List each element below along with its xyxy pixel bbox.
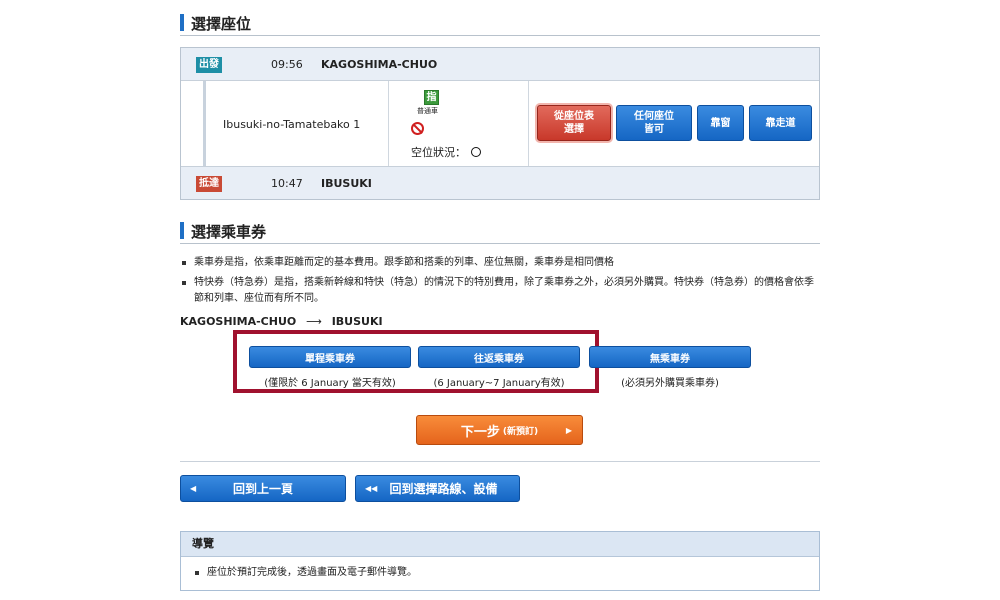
route-line (203, 81, 206, 166)
back-button[interactable]: ◀ 回到上一頁 (180, 475, 346, 502)
column-divider (388, 81, 389, 166)
caret-left-icon: ◀ (190, 484, 197, 493)
section-marker (180, 14, 184, 31)
next-button-label: 下一步 (460, 424, 500, 440)
one-way-note: (僅限於 6 January 當天有效) (264, 378, 396, 389)
window-seat-button[interactable]: 靠窗 (697, 105, 744, 141)
any-seat-button[interactable]: 任何座位皆可 (616, 105, 692, 141)
departure-time: 09:56 (271, 58, 303, 71)
train-panel: 出發 09:56 KAGOSHIMA-CHUO Ibusuki-no-Tamat… (180, 47, 820, 200)
train-name: Ibusuki-no-Tamatebako 1 (223, 118, 361, 131)
next-button-sub: (新預訂) (502, 426, 539, 437)
next-button[interactable]: 下一步 (新預訂) ▶ (416, 415, 583, 445)
back-to-route-label: 回到選擇路線、設備 (389, 482, 498, 496)
route-from: KAGOSHIMA-CHUO (180, 315, 297, 328)
seat-map-button[interactable]: 從座位表選擇 (537, 105, 611, 141)
reserved-seat-icon: 指 (424, 90, 439, 105)
round-trip-note: (6 January~7 January有效) (433, 378, 565, 389)
ticket-notes: 乘車券是指，依乘車距離而定的基本費用。跟季節和搭乘的列車、座位無關，乘車券是相同… (180, 255, 820, 307)
double-caret-left-icon: ◀◀ (365, 484, 378, 493)
no-smoking-icon (411, 122, 424, 135)
departure-badge: 出發 (196, 57, 222, 73)
aisle-seat-button[interactable]: 靠走道 (749, 105, 812, 141)
arrival-badge: 抵達 (196, 176, 222, 192)
guide-list: 座位於預訂完成後，透過畫面及電子郵件導覽。 (181, 557, 819, 581)
route-to: IBUSUKI (331, 315, 383, 328)
section-marker (180, 222, 184, 239)
arrival-row: 抵達 10:47 IBUSUKI (181, 166, 819, 199)
back-to-route-button[interactable]: ◀◀ 回到選擇路線、設備 (355, 475, 520, 502)
back-button-label: 回到上一頁 (232, 482, 293, 496)
departure-row: 出發 09:56 KAGOSHIMA-CHUO (181, 48, 819, 81)
guide-item: 座位於預訂完成後，透過畫面及電子郵件導覽。 (193, 565, 819, 581)
vacancy-label: 空位狀況： (411, 146, 466, 159)
guide-panel: 導覽 座位於預訂完成後，透過畫面及電子郵件導覽。 (180, 531, 820, 591)
no-ticket-note: (必須另外購買乘車券) (621, 378, 719, 389)
no-ticket-button[interactable]: 無乘車券 (589, 346, 751, 368)
arrival-time: 10:47 (271, 177, 303, 190)
vacancy-status: 空位狀況： (411, 144, 481, 160)
round-trip-ticket-button[interactable]: 往返乘車券 (418, 346, 580, 368)
note-item: 乘車券是指，依乘車距離而定的基本費用。跟季節和搭乘的列車、座位無關，乘車券是相同… (180, 255, 820, 271)
seat-section-header: 選擇座位 (180, 10, 820, 36)
ticket-section-title: 選擇乘車券 (191, 223, 267, 241)
seat-section-title: 選擇座位 (191, 15, 252, 33)
note-item: 特快券（特急券）是指，搭乘新幹線和特快（特急）的情況下的特別費用，除了乘車券之外… (180, 275, 820, 307)
one-way-ticket-button[interactable]: 單程乘車券 (249, 346, 411, 368)
caret-right-icon: ▶ (565, 425, 572, 435)
seat-map-button-label: 從座位表選擇 (554, 111, 594, 135)
right-arrow-icon: ⟶ (306, 315, 322, 328)
departure-station: KAGOSHIMA-CHUO (321, 58, 438, 71)
car-type-label: 普通車 (417, 107, 438, 115)
any-seat-button-label: 任何座位皆可 (634, 111, 674, 135)
route-summary: KAGOSHIMA-CHUO ⟶ IBUSUKI (180, 315, 383, 328)
column-divider (528, 81, 529, 166)
available-circle-icon (471, 147, 481, 157)
arrival-station: IBUSUKI (321, 177, 372, 190)
guide-title: 導覽 (181, 532, 819, 557)
divider (180, 461, 820, 462)
ticket-section-header: 選擇乘車券 (180, 218, 820, 244)
